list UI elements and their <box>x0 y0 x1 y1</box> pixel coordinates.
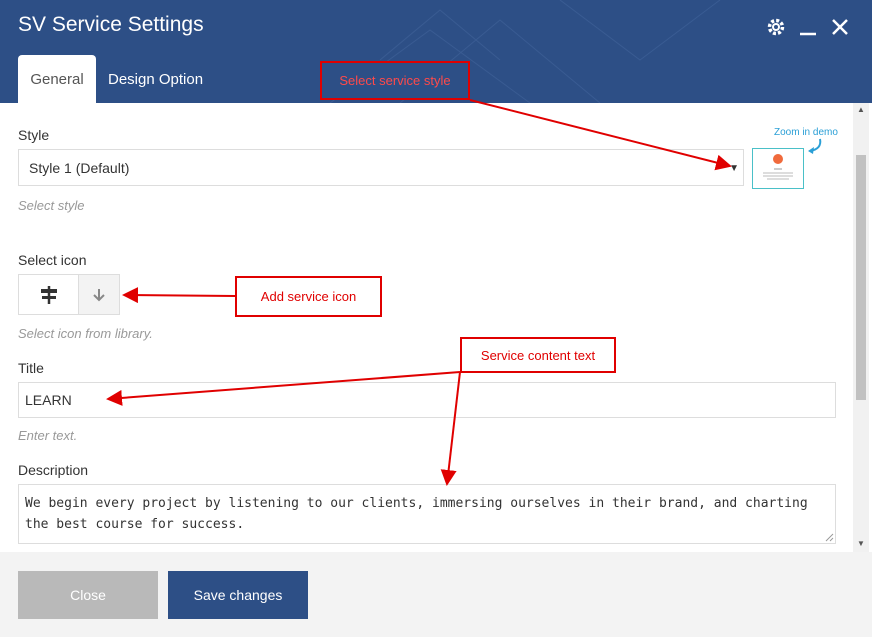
style-select-value: Style 1 (Default) <box>29 160 130 176</box>
annotation-service-style: Select service style <box>320 61 470 100</box>
resize-grip-icon[interactable] <box>824 532 834 542</box>
style-label: Style <box>18 127 50 143</box>
title-label: Title <box>18 360 44 376</box>
description-text: We begin every project by listening to o… <box>25 496 808 532</box>
arrow-down-icon <box>93 288 105 301</box>
icon-label: Select icon <box>18 252 87 268</box>
chevron-down-icon: ▼ <box>729 163 739 174</box>
curved-arrow-icon <box>808 138 822 154</box>
save-changes-button[interactable]: Save changes <box>168 571 308 619</box>
title-input[interactable]: LEARN <box>18 382 836 418</box>
close-button[interactable]: Close <box>18 571 158 619</box>
description-textarea[interactable]: We begin every project by listening to o… <box>18 484 836 544</box>
style-select[interactable]: Style 1 (Default) ▼ <box>18 149 744 186</box>
dialog-title: SV Service Settings <box>18 13 204 36</box>
scrollbar[interactable]: ▲ ▼ <box>853 103 869 552</box>
icon-picker[interactable] <box>18 274 120 315</box>
scroll-up-icon[interactable]: ▲ <box>857 105 865 114</box>
style-preview-thumbnail[interactable] <box>752 148 804 189</box>
tab-design-option[interactable]: Design Option <box>108 55 203 103</box>
gear-icon[interactable] <box>764 15 788 39</box>
preview-image <box>763 154 793 180</box>
annotation-service-icon: Add service icon <box>235 276 382 317</box>
dialog-footer: Close Save changes <box>0 552 872 637</box>
annotation-content-text: Service content text <box>460 337 616 373</box>
dialog-body: Style Style 1 (Default) ▼ Zoom in demo S… <box>0 103 872 552</box>
title-hint: Enter text. <box>18 428 78 443</box>
close-icon[interactable] <box>828 15 852 39</box>
scrollbar-thumb[interactable] <box>856 155 866 400</box>
icon-hint: Select icon from library. <box>18 326 153 341</box>
minimize-icon[interactable] <box>796 15 820 39</box>
description-label: Description <box>18 462 89 478</box>
style-hint: Select style <box>18 198 85 213</box>
signpost-icon <box>19 275 79 314</box>
scroll-down-icon[interactable]: ▼ <box>857 539 865 548</box>
icon-dropdown-button[interactable] <box>78 275 119 314</box>
header-controls <box>764 15 852 39</box>
tab-general[interactable]: General <box>18 55 96 103</box>
